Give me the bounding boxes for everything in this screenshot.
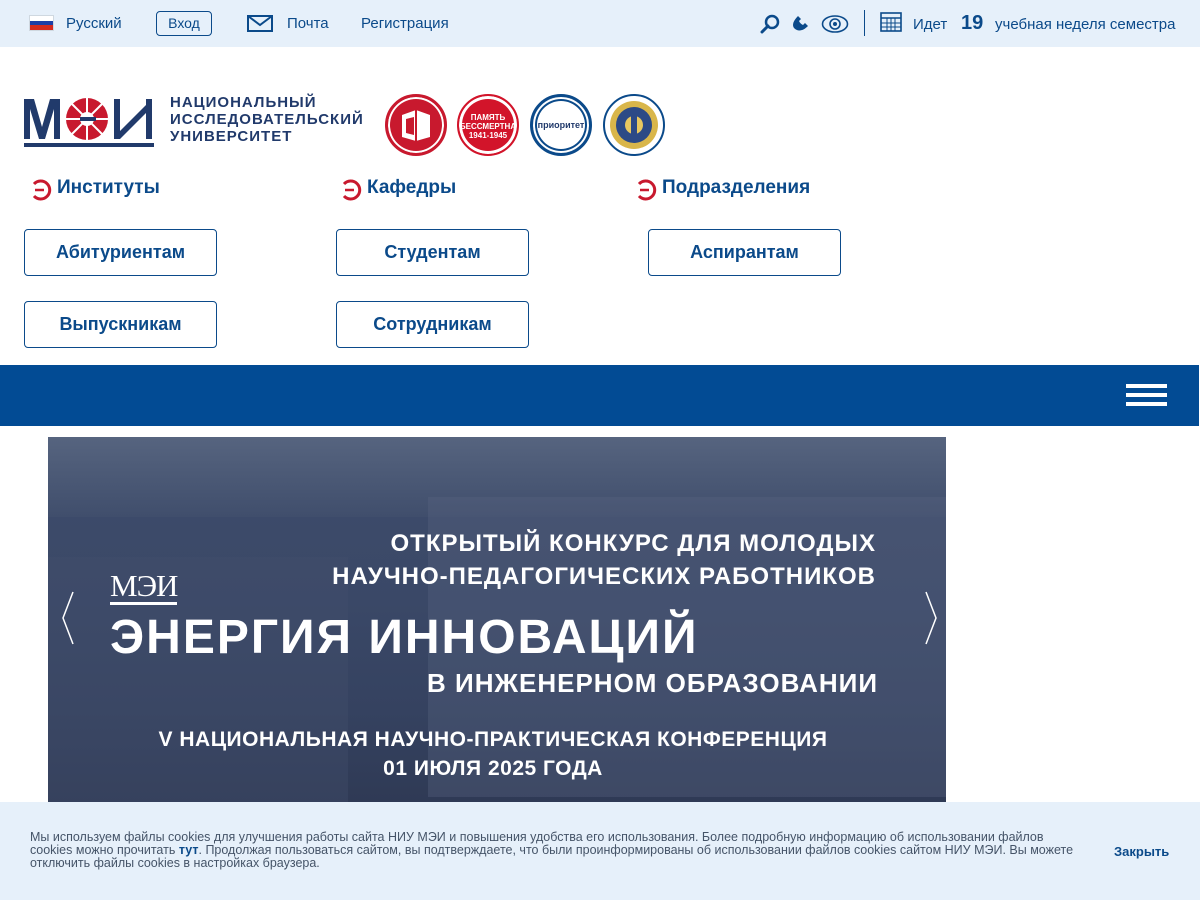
chevron-right-icon[interactable]: [924, 590, 938, 646]
postgrads-button[interactable]: Аспирантам: [648, 229, 841, 276]
login-button[interactable]: Вход: [156, 11, 212, 36]
banner-title: ЭНЕРГИЯ ИННОВАЦИЙ: [110, 611, 699, 664]
top-bar: Русский Вход Почта Регистрация Идет 19 у…: [0, 0, 1200, 47]
topbar-divider: [864, 10, 865, 36]
badge-book-icon[interactable]: [385, 94, 447, 156]
banner-logo: МЭИ: [110, 568, 178, 605]
applicants-button[interactable]: Абитуриентам: [24, 229, 217, 276]
banner-conference: V НАЦИОНАЛЬНАЯ НАУЧНО-ПРАКТИЧЕСКАЯ КОНФЕ…: [158, 728, 828, 780]
badge-memory-icon[interactable]: ПАМЯТЬ БЕССМЕРТНА 1941-1945: [457, 94, 519, 156]
language-link[interactable]: Русский: [66, 15, 122, 32]
university-name: НАЦИОНАЛЬНЫЙ ИССЛЕДОВАТЕЛЬСКИЙ УНИВЕРСИТ…: [170, 94, 364, 145]
banner-subtitle: В ИНЖЕНЕРНОМ ОБРАЗОВАНИИ: [427, 668, 878, 698]
week-number: 19: [961, 12, 984, 34]
week-prefix: Идет: [913, 16, 948, 33]
staff-button[interactable]: Сотрудникам: [336, 301, 529, 348]
eye-icon[interactable]: [821, 14, 849, 34]
students-button[interactable]: Студентам: [336, 229, 529, 276]
search-icon[interactable]: [760, 14, 780, 34]
flag-russia-icon[interactable]: [29, 15, 54, 31]
section-bullet-icon: [342, 179, 362, 201]
calendar-icon: [880, 12, 902, 32]
chevron-left-icon[interactable]: [61, 590, 75, 646]
badge-emblem-icon[interactable]: [603, 94, 665, 156]
hero-banner[interactable]: ОТКРЫТЫЙ КОНКУРС ДЛЯ МОЛОДЫХ НАУЧНО-ПЕДА…: [48, 437, 946, 802]
section-bullet-icon: [637, 179, 657, 201]
phone-icon[interactable]: [791, 14, 811, 34]
cookie-banner: Мы используем файлы cookies для улучшени…: [0, 802, 1200, 900]
cookie-message: Мы используем файлы cookies для улучшени…: [30, 830, 1074, 870]
cookie-policy-link[interactable]: тут: [179, 843, 199, 857]
register-link[interactable]: Регистрация: [361, 15, 449, 32]
graduates-button[interactable]: Выпускникам: [24, 301, 217, 348]
menu-icon[interactable]: [1126, 384, 1167, 408]
cookie-close-button[interactable]: Закрыть: [1114, 844, 1169, 859]
section-bullet-icon: [32, 179, 52, 201]
mail-icon[interactable]: [247, 15, 273, 32]
week-suffix: учебная неделя семестра: [995, 16, 1176, 33]
mail-link[interactable]: Почта: [287, 15, 329, 32]
main-menu-bar: [0, 365, 1199, 426]
badge-priority-icon[interactable]: приоритет: [530, 94, 592, 156]
mei-logo-icon[interactable]: [24, 93, 156, 149]
